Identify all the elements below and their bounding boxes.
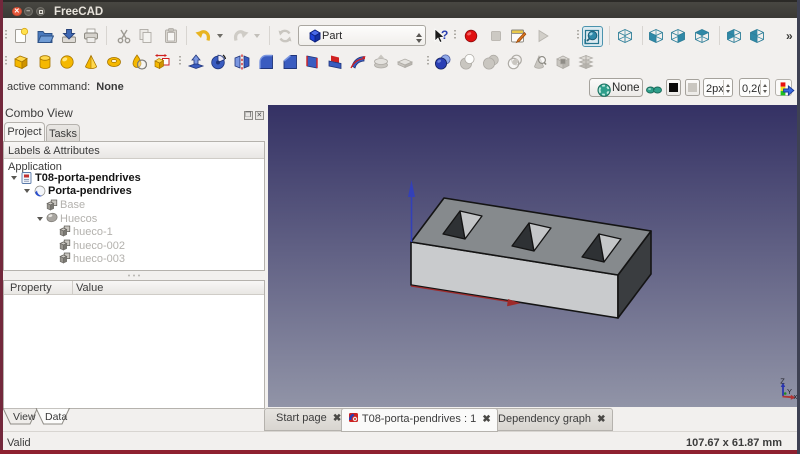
svg-text:Z: Z — [780, 377, 785, 386]
svg-text:Data: Data — [45, 411, 67, 423]
svg-text:View: View — [13, 411, 36, 423]
svg-text:Y: Y — [787, 387, 792, 396]
svg-text:?: ? — [441, 28, 448, 42]
